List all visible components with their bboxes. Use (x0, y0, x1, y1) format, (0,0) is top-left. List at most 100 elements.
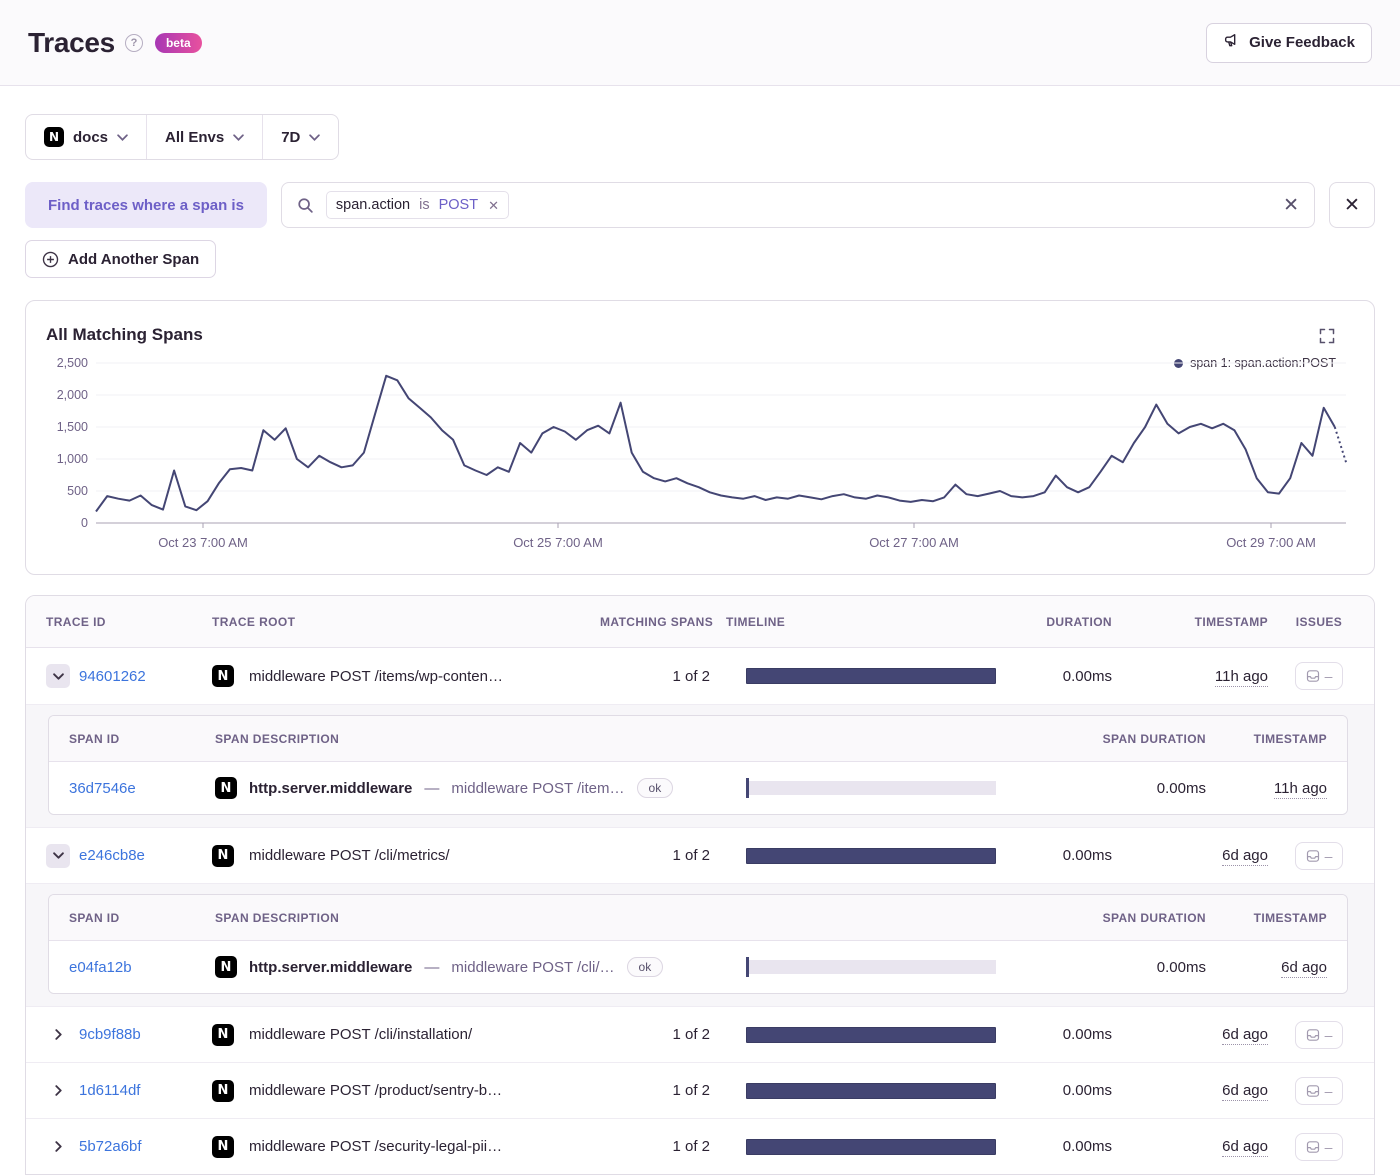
span-id-link[interactable]: 36d7546e (69, 780, 136, 797)
span-status-badge: ok (636, 778, 674, 798)
trace-timeline-bar (746, 847, 996, 864)
clear-search-icon[interactable]: ✕ (1283, 196, 1299, 215)
trace-timeline-bar (746, 1026, 996, 1043)
svg-text:Oct 29 7:00 AM: Oct 29 7:00 AM (1226, 535, 1316, 550)
nextjs-logo-icon: N (212, 1023, 234, 1046)
nextjs-logo-icon: N (44, 127, 64, 147)
header-trace-id: TRACE ID (46, 614, 106, 629)
nextjs-logo-icon: N (212, 1135, 234, 1158)
span-timeline-track (746, 957, 996, 977)
trace-id-link[interactable]: 9cb9f88b (79, 1026, 141, 1043)
trace-timestamp: 6d ago (1222, 1026, 1268, 1045)
span-description-text: middleware POST /item… (451, 779, 625, 797)
issues-icon (1306, 1084, 1319, 1097)
trace-duration: 0.00ms (1062, 1138, 1112, 1155)
expand-chevron[interactable] (46, 1023, 70, 1047)
issues-button[interactable]: – (1295, 1020, 1343, 1049)
issues-count: – (1324, 668, 1333, 684)
svg-text:1,500: 1,500 (57, 420, 88, 434)
span-description-text: middleware POST /cli/… (451, 958, 615, 976)
trace-timeline-bar (746, 1082, 996, 1099)
issues-button[interactable]: – (1295, 1076, 1343, 1105)
trace-row: e246cb8e N middleware POST /cli/metrics/… (26, 827, 1374, 883)
date-range-filter[interactable]: 7D (262, 115, 338, 159)
span-operation: http.server.middleware (249, 958, 413, 976)
matching-spans-count: 1 of 2 (672, 1138, 710, 1155)
search-icon (297, 197, 314, 214)
span-id-link[interactable]: e04fa12b (69, 959, 132, 976)
issues-count: – (1324, 1026, 1333, 1043)
trace-row: 5b72a6bf N middleware POST /security-leg… (26, 1118, 1374, 1174)
all-matching-spans-chart-panel: All Matching Spans span 1: span.action:P… (25, 300, 1375, 575)
remove-token-icon[interactable]: ✕ (488, 199, 499, 212)
issues-button[interactable]: – (1295, 1132, 1343, 1161)
trace-id-link[interactable]: 94601262 (79, 668, 146, 685)
svg-text:500: 500 (67, 484, 88, 498)
trace-duration: 0.00ms (1062, 847, 1112, 864)
project-filter[interactable]: N docs (26, 115, 146, 159)
header-span-description: SPAN DESCRIPTION (215, 910, 340, 925)
token-key: span.action (335, 197, 411, 213)
header-span-timestamp: TIMESTAMP (1253, 910, 1327, 925)
svg-text:Oct 27 7:00 AM: Oct 27 7:00 AM (869, 535, 959, 550)
expand-chevron[interactable] (46, 664, 70, 688)
span-search-input[interactable]: span.action is POST ✕ ✕ (280, 182, 1315, 228)
token-value: POST (438, 197, 479, 213)
trace-root-text: middleware POST /cli/installation/ (249, 1026, 473, 1043)
trace-id-link[interactable]: e246cb8e (79, 847, 145, 864)
separator-dash: — (424, 958, 440, 976)
environment-filter[interactable]: All Envs (146, 115, 262, 159)
span-position-marker (746, 957, 749, 977)
remove-span-filter-button[interactable]: ✕ (1329, 182, 1375, 228)
matching-spans-count: 1 of 2 (672, 1026, 710, 1043)
trace-root-text: middleware POST /product/sentry-b… (249, 1082, 503, 1099)
give-feedback-button[interactable]: Give Feedback (1206, 22, 1372, 63)
expand-chevron[interactable] (46, 1079, 70, 1103)
issues-icon (1306, 670, 1319, 682)
expand-chevron[interactable] (46, 1135, 70, 1159)
expanded-span-section: SPAN ID SPAN DESCRIPTION SPAN DURATION T… (26, 704, 1374, 827)
svg-text:2,000: 2,000 (57, 388, 88, 402)
expand-chevron[interactable] (46, 843, 70, 868)
issues-icon (1306, 849, 1319, 862)
trace-timestamp: 11h ago (1214, 667, 1268, 687)
page-title: Traces (28, 26, 115, 58)
traces-table: TRACE ID TRACE ROOT MATCHING SPANS TIMEL… (25, 595, 1375, 1175)
issues-button[interactable]: – (1295, 841, 1343, 870)
trace-timestamp: 6d ago (1222, 1138, 1268, 1157)
issues-count: – (1324, 847, 1333, 864)
beta-badge: beta (154, 32, 202, 53)
token-operator: is (419, 197, 430, 213)
environment-filter-label: All Envs (165, 128, 225, 146)
give-feedback-label: Give Feedback (1249, 34, 1355, 51)
span-row: e04fa12b N http.server.middleware — midd… (49, 941, 1347, 993)
issues-button[interactable]: – (1295, 662, 1343, 690)
nextjs-logo-icon: N (215, 956, 237, 978)
add-another-span-button[interactable]: Add Another Span (25, 240, 217, 278)
span-duration: 0.00ms (1156, 779, 1206, 797)
trace-id-link[interactable]: 1d6114df (79, 1082, 140, 1099)
header-span-id: SPAN ID (69, 731, 120, 746)
matching-spans-count: 1 of 2 (672, 1082, 710, 1099)
search-filter-token[interactable]: span.action is POST ✕ (325, 191, 509, 219)
header-span-description: SPAN DESCRIPTION (215, 731, 340, 746)
trace-row: 9cb9f88b N middleware POST /cli/installa… (26, 1006, 1374, 1062)
trace-timestamp: 6d ago (1222, 1082, 1268, 1101)
issues-count: – (1324, 1138, 1333, 1155)
megaphone-icon (1223, 32, 1240, 53)
separator-dash: — (424, 779, 440, 797)
matching-spans-count: 1 of 2 (672, 667, 710, 685)
trace-root-text: middleware POST /cli/metrics/ (249, 847, 450, 864)
span-filter-row: Find traces where a span is span.action … (25, 182, 1375, 228)
date-range-filter-label: 7D (281, 128, 301, 146)
trace-id-link[interactable]: 5b72a6bf (79, 1138, 142, 1155)
expanded-span-section: SPAN ID SPAN DESCRIPTION SPAN DURATION T… (26, 883, 1374, 1006)
svg-text:0: 0 (81, 516, 88, 530)
trace-timeline-bar (746, 668, 996, 684)
issues-icon (1306, 1028, 1319, 1041)
help-icon[interactable]: ? (124, 33, 143, 52)
find-traces-label: Find traces where a span is (25, 182, 267, 228)
add-circle-icon (42, 251, 59, 268)
issues-count: – (1324, 1082, 1333, 1099)
page-filter-bar: N docs All Envs 7D (25, 114, 340, 160)
